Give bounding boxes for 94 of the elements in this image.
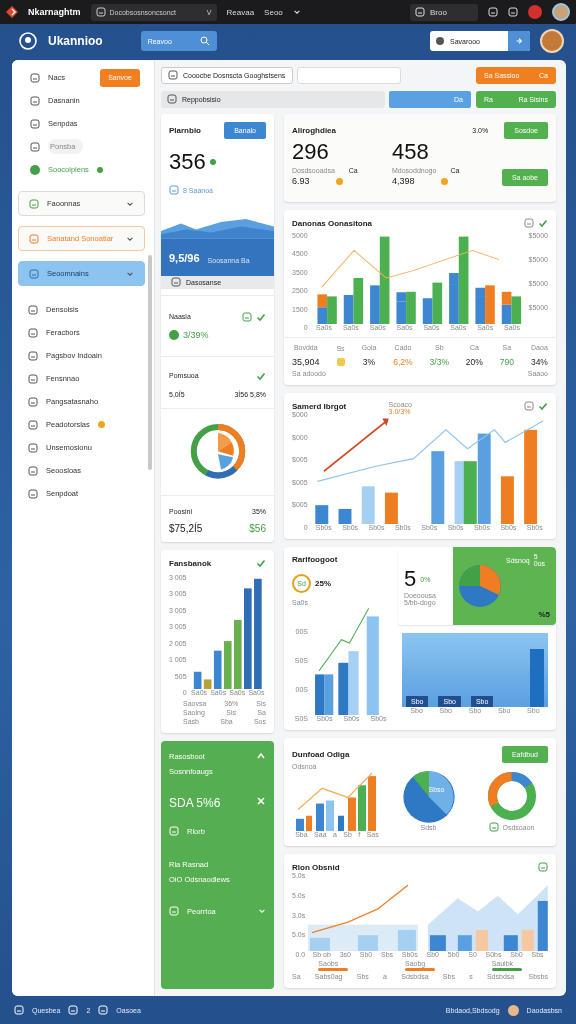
chart-bar (501, 304, 511, 324)
status-icon (169, 329, 179, 340)
chevron-down-icon (258, 907, 266, 915)
card-title: Rarlfoogoot (292, 555, 339, 564)
status-dot (335, 177, 343, 185)
status-dot (440, 177, 448, 185)
pie-chart-drawing (458, 564, 502, 608)
document-icon (171, 277, 181, 288)
document-icon (28, 373, 38, 384)
stat-value: 790 (499, 357, 514, 367)
chevron-down-icon (292, 8, 301, 16)
document-icon (30, 95, 40, 106)
chart-bar (384, 492, 398, 524)
app-name: Nkarnaghtm (28, 7, 81, 17)
chart-bar (476, 929, 489, 951)
menu-link[interactable]: Reavaa (226, 7, 255, 17)
stat-value: 3/3% (429, 357, 449, 367)
card-title: Plarnbio (169, 126, 201, 135)
card-title: Aliroghdiea (292, 126, 336, 135)
document-icon (28, 304, 38, 315)
check-icon (256, 370, 266, 381)
check-icon (256, 311, 266, 322)
chart-bar (338, 508, 352, 524)
metric-value: 296 (292, 139, 330, 165)
chart-bar (522, 929, 534, 951)
document-icon (28, 419, 38, 430)
change-value: 25% (315, 579, 331, 588)
status-icon (30, 164, 40, 175)
close-icon[interactable] (256, 796, 266, 806)
row-value: 3/39% (183, 329, 209, 340)
stat-value: 6,2% (393, 357, 413, 367)
chart-bar (538, 900, 548, 951)
chart-bar (398, 929, 417, 951)
donut-chart-drawing (485, 770, 538, 822)
area-value: 9,5/96 (169, 252, 200, 265)
arrow-right-icon[interactable] (515, 37, 523, 45)
document-icon (28, 396, 38, 407)
input-field[interactable] (297, 66, 401, 84)
document-icon (29, 198, 39, 209)
chart-bar (361, 486, 375, 524)
document-icon (29, 268, 39, 279)
promo-mark: %5 (538, 610, 550, 619)
avatar[interactable] (507, 1004, 519, 1016)
logo-icon (6, 6, 18, 18)
metric-sub: 6.93 (292, 176, 310, 186)
document-icon (30, 141, 40, 152)
card-title: Rlon Obsnid (292, 862, 340, 872)
document-icon (30, 72, 40, 83)
arrow (322, 418, 389, 473)
document-icon (30, 118, 40, 129)
check-icon (256, 558, 266, 568)
document-icon (29, 233, 39, 244)
chart-bar (504, 935, 519, 951)
avatar[interactable] (552, 3, 570, 21)
chevron-up-icon[interactable] (256, 751, 266, 761)
stat-value: 34% (530, 357, 548, 367)
panel-value: SDA 5%6 (169, 796, 221, 810)
notification-dot (97, 421, 105, 428)
promo-value: 5 (404, 566, 417, 592)
metric-sub: 4,398 (392, 176, 415, 186)
chart-bar (500, 476, 514, 524)
check-icon (538, 218, 548, 228)
avatar[interactable] (540, 29, 564, 53)
card-title: Danonas Oonasitona (292, 218, 372, 228)
chart-bar (314, 505, 328, 524)
metric-value: 356 (169, 149, 206, 175)
document-icon (28, 442, 38, 453)
chart-bar (430, 935, 447, 951)
account-dropdown[interactable]: Broo (410, 3, 478, 21)
chart-bar (458, 935, 473, 951)
document-icon (28, 327, 38, 338)
chart-bar (358, 935, 379, 951)
check-icon (538, 401, 548, 411)
card-title: Dunfoad Odiga (292, 750, 350, 759)
metric-value: 458 (392, 139, 430, 165)
stat-value: 3% (362, 357, 376, 367)
stat-value: 35,904 (292, 357, 320, 367)
app-title: Ukannioo (48, 34, 103, 48)
logo-icon (18, 31, 38, 51)
row-value: $56 (249, 523, 266, 534)
chart-bar (530, 649, 544, 707)
document-icon (169, 826, 179, 836)
notification-badge[interactable] (528, 5, 542, 19)
document-icon (28, 488, 38, 499)
card-title: Samerd Ibrgot (292, 401, 347, 411)
document-icon (28, 350, 38, 361)
row-value: $75,2Í5 (169, 523, 203, 534)
card-title: Fansbanok (169, 558, 212, 568)
pie-chart-drawing (401, 770, 456, 824)
menu-link[interactable]: Seoo (264, 7, 283, 17)
status-dot (209, 159, 216, 165)
stat-value: 20% (465, 357, 483, 367)
document-icon (28, 465, 38, 476)
status-badge (336, 358, 345, 366)
